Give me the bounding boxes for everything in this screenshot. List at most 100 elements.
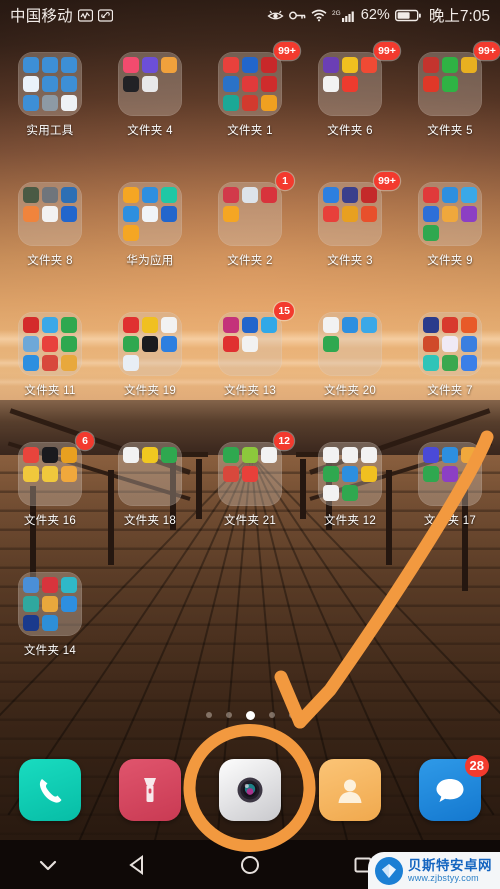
folder-badge: 6 (76, 432, 94, 450)
dock-item-contacts[interactable] (319, 759, 381, 821)
watermark-logo-icon (375, 857, 403, 885)
folder-mini-icon (23, 577, 39, 593)
folder-mini-icon (242, 317, 258, 333)
folder-mini-icon (342, 466, 358, 482)
page-indicator[interactable] (0, 710, 500, 720)
folder-tile[interactable] (18, 442, 82, 506)
folder-文件夹14[interactable]: 文件夹 14 (0, 560, 100, 690)
folder-mini-icon (61, 187, 77, 203)
folder-mini-icon (342, 187, 358, 203)
folder-tile[interactable] (118, 312, 182, 376)
folder-mini-icon (323, 336, 339, 352)
folder-mini-icon (61, 317, 77, 333)
folder-文件夹18[interactable]: 文件夹 18 (100, 430, 200, 560)
folder-文件夹7[interactable]: 文件夹 7 (400, 300, 500, 430)
folder-tile[interactable] (218, 442, 282, 506)
dock-item-torch[interactable] (119, 759, 181, 821)
folder-mini-icon (423, 317, 439, 333)
app-grid: 实用工具 文件夹 4 99+ 文件夹 1 99+ 文件夹 6 99+ 文件夹 5 文件夹 8 华为… (0, 40, 500, 690)
folder-tile[interactable] (18, 312, 82, 376)
folder-mini-icon (142, 336, 158, 352)
page-dot[interactable] (288, 712, 295, 718)
folder-mini-icon (323, 447, 339, 463)
folder-tile[interactable] (318, 52, 382, 116)
folder-mini-icon (123, 187, 139, 203)
dock-item-phone[interactable] (19, 759, 81, 821)
folder-文件夹3[interactable]: 99+ 文件夹 3 (300, 170, 400, 300)
back-icon[interactable] (113, 840, 163, 889)
folder-文件夹2[interactable]: 1 文件夹 2 (200, 170, 300, 300)
dock-item-messages[interactable]: 28 (419, 755, 489, 821)
folder-mini-icon (242, 187, 258, 203)
signal-wave-icon (77, 8, 93, 22)
folder-tile[interactable] (318, 312, 382, 376)
folder-mini-icon (442, 225, 458, 241)
folder-文件夹9[interactable]: 文件夹 9 (400, 170, 500, 300)
messages-badge: 28 (464, 755, 489, 777)
folder-mini-icon (461, 187, 477, 203)
folder-tile[interactable] (318, 442, 382, 506)
home-icon[interactable] (225, 840, 275, 889)
folder-文件夹21[interactable]: 12 文件夹 21 (200, 430, 300, 560)
folder-tile[interactable] (418, 442, 482, 506)
hide-navbar-icon[interactable] (23, 840, 73, 889)
folder-mini-icon (61, 355, 77, 371)
folder-tile[interactable] (118, 52, 182, 116)
folder-label: 实用工具 (26, 125, 74, 137)
folder-tile[interactable] (418, 312, 482, 376)
folder-label: 文件夹 12 (323, 515, 377, 527)
folder-tile[interactable] (318, 182, 382, 246)
folder-文件夹1[interactable]: 99+ 文件夹 1 (200, 40, 300, 170)
folder-label: 文件夹 1 (227, 125, 273, 137)
message-bubble-icon (436, 779, 464, 802)
folder-mini-icon (461, 485, 477, 501)
folder-tile[interactable] (18, 182, 82, 246)
folder-label: 华为应用 (126, 255, 174, 267)
dock-item-camera[interactable] (219, 759, 281, 821)
folder-文件夹8[interactable]: 文件夹 8 (0, 170, 100, 300)
page-dot[interactable] (245, 710, 255, 720)
folder-tile[interactable] (218, 312, 282, 376)
folder-mini-icon (123, 355, 139, 371)
folder-tile[interactable] (118, 182, 182, 246)
folder-tile[interactable] (218, 52, 282, 116)
folder-mini-icon (423, 206, 439, 222)
folder-mini-icon (461, 95, 477, 111)
folder-文件夹13[interactable]: 15 文件夹 13 (200, 300, 300, 430)
folder-tile[interactable] (218, 182, 282, 246)
folder-tile[interactable] (418, 52, 482, 116)
page-dot[interactable] (225, 712, 232, 718)
folder-华为应用[interactable]: 华为应用 (100, 170, 200, 300)
folder-tile[interactable] (18, 572, 82, 636)
folder-mini-icon (361, 76, 377, 92)
page-dot[interactable] (268, 712, 275, 718)
folder-实用工具[interactable]: 实用工具 (0, 40, 100, 170)
folder-mini-icon (142, 206, 158, 222)
folder-文件夹17[interactable]: 文件夹 17 (400, 430, 500, 560)
folder-mini-icon (442, 95, 458, 111)
folder-mini-icon (23, 225, 39, 241)
folder-mini-icon (423, 187, 439, 203)
folder-mini-icon (242, 57, 258, 73)
svg-text:2G: 2G (332, 10, 341, 17)
folder-mini-icon (61, 57, 77, 73)
folder-mini-icon (161, 447, 177, 463)
folder-mini-icon (223, 76, 239, 92)
folder-文件夹5[interactable]: 99+ 文件夹 5 (400, 40, 500, 170)
folder-文件夹16[interactable]: 6 文件夹 16 (0, 430, 100, 560)
folder-mini-icon (261, 187, 277, 203)
folder-label: 文件夹 18 (123, 515, 177, 527)
folder-文件夹6[interactable]: 99+ 文件夹 6 (300, 40, 400, 170)
folder-mini-icon (442, 336, 458, 352)
folder-tile[interactable] (118, 442, 182, 506)
page-dot[interactable] (205, 712, 212, 718)
folder-文件夹12[interactable]: 文件夹 12 (300, 430, 400, 560)
folder-mini-icon (242, 336, 258, 352)
folder-文件夹4[interactable]: 文件夹 4 (100, 40, 200, 170)
folder-文件夹19[interactable]: 文件夹 19 (100, 300, 200, 430)
folder-mini-icon (461, 447, 477, 463)
folder-文件夹20[interactable]: 文件夹 20 (300, 300, 400, 430)
folder-tile[interactable] (18, 52, 82, 116)
folder-tile[interactable] (418, 182, 482, 246)
folder-文件夹11[interactable]: 文件夹 11 (0, 300, 100, 430)
